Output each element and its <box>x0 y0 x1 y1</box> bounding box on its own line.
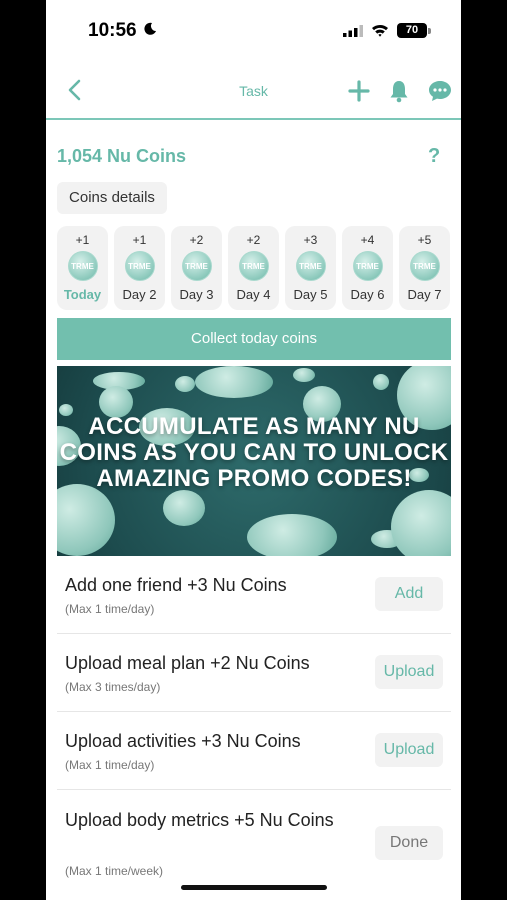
day-reward: +3 <box>303 233 318 247</box>
day-reward: +2 <box>189 233 204 247</box>
day-reward: +5 <box>417 233 432 247</box>
banner-coin-decoration <box>163 490 205 526</box>
bell-icon[interactable] <box>388 79 410 103</box>
task-row-activities: Upload activities +3 Nu Coins (Max 1 tim… <box>57 712 451 790</box>
plus-icon[interactable] <box>348 80 370 102</box>
day-card-4[interactable]: +2 TRME Day 4 <box>228 226 279 310</box>
cellular-signal-icon <box>343 25 363 37</box>
day-reward: +2 <box>246 233 261 247</box>
day-card-today[interactable]: +1 TRME Today <box>57 226 108 310</box>
status-bar: 10:56 70 <box>46 0 461 62</box>
task-limit: (Max 1 time/day) <box>65 602 155 616</box>
help-icon[interactable]: ? <box>428 145 440 168</box>
task-limit: (Max 3 times/day) <box>65 680 161 694</box>
day-card-5[interactable]: +3 TRME Day 5 <box>285 226 336 310</box>
task-row-meal-plan: Upload meal plan +2 Nu Coins (Max 3 time… <box>57 634 451 712</box>
day-reward: +1 <box>132 233 147 247</box>
task-title: Upload activities +3 Nu Coins <box>65 731 301 751</box>
battery-tip <box>428 28 431 34</box>
coin-icon: TRME <box>409 251 440 281</box>
banner-coin-decoration <box>391 490 451 556</box>
add-friend-button[interactable]: Add <box>375 577 443 611</box>
battery-icon: 70 <box>397 23 427 38</box>
daily-rewards-row: +1 TRME Today +1 TRME Day 2 +2 TRME Day … <box>57 226 451 310</box>
collect-coins-button[interactable]: Collect today coins <box>57 318 451 360</box>
day-reward: +4 <box>360 233 375 247</box>
banner-coin-decoration <box>293 368 315 382</box>
body-metrics-done-button[interactable]: Done <box>375 826 443 860</box>
task-title: Add one friend +3 Nu Coins <box>65 575 287 595</box>
day-card-3[interactable]: +2 TRME Day 3 <box>171 226 222 310</box>
day-card-2[interactable]: +1 TRME Day 2 <box>114 226 165 310</box>
coin-icon: TRME <box>238 251 269 281</box>
coins-balance: 1,054 Nu Coins <box>57 146 187 166</box>
task-row-add-friend: Add one friend +3 Nu Coins (Max 1 time/d… <box>57 556 451 634</box>
banner-coin-decoration <box>175 376 195 392</box>
coin-icon: TRME <box>295 251 326 281</box>
day-reward: +1 <box>75 233 90 247</box>
wifi-icon <box>372 24 388 37</box>
coin-icon: TRME <box>181 251 212 281</box>
coins-details-button[interactable]: Coins details <box>57 182 167 214</box>
day-label: Day 7 <box>407 287 442 302</box>
coin-icon: TRME <box>124 251 155 281</box>
upload-activities-button[interactable]: Upload <box>375 733 443 767</box>
banner-headline: ACCUMULATE AS MANY NU COINS AS YOU CAN T… <box>59 413 449 492</box>
banner-coin-decoration <box>57 484 115 556</box>
day-label: Day 4 <box>236 287 271 302</box>
home-indicator[interactable] <box>181 885 327 890</box>
task-limit: (Max 1 time/week) <box>65 864 164 878</box>
task-row-body-metrics: Upload body metrics +5 Nu Coins (Max 1 t… <box>57 790 451 900</box>
day-label: Day 2 <box>122 287 157 302</box>
moon-icon <box>144 22 156 35</box>
day-label: Day 3 <box>179 287 214 302</box>
banner-coin-decoration <box>373 374 389 390</box>
day-label: Day 6 <box>350 287 385 302</box>
day-label: Today <box>63 287 102 302</box>
coin-icon: TRME <box>352 251 383 281</box>
promo-banner: ACCUMULATE AS MANY NU COINS AS YOU CAN T… <box>57 366 451 556</box>
day-card-7[interactable]: +5 TRME Day 7 <box>399 226 450 310</box>
task-limit: (Max 1 time/day) <box>65 758 155 772</box>
chat-bubble-icon[interactable] <box>428 80 452 102</box>
day-label: Day 5 <box>293 287 328 302</box>
task-title: Upload body metrics +5 Nu Coins <box>65 810 334 830</box>
coin-icon: TRME <box>67 251 98 281</box>
status-time: 10:56 <box>88 20 137 41</box>
phone-screen: 10:56 70 Task 1,054 Nu Coins ? Coins det… <box>46 0 461 900</box>
task-title: Upload meal plan +2 Nu Coins <box>65 653 310 673</box>
day-card-6[interactable]: +4 TRME Day 6 <box>342 226 393 310</box>
nav-bar: Task <box>46 62 461 120</box>
upload-meal-plan-button[interactable]: Upload <box>375 655 443 689</box>
banner-coin-decoration <box>195 366 273 398</box>
banner-coin-decoration <box>247 514 337 556</box>
